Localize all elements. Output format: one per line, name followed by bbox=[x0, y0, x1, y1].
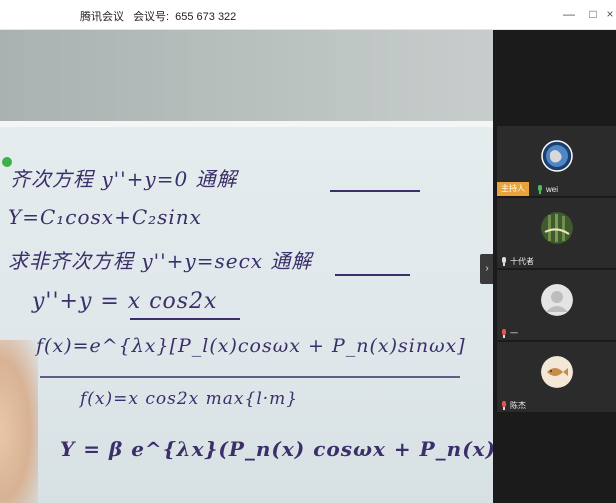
participant-name: 陈杰 bbox=[510, 400, 526, 410]
avatar bbox=[541, 356, 573, 388]
wall-background bbox=[0, 30, 493, 127]
participant-name: 一 bbox=[510, 328, 518, 338]
status-dot bbox=[2, 157, 12, 167]
fish-avatar-icon bbox=[541, 356, 573, 388]
close-button[interactable]: × bbox=[604, 6, 616, 22]
earth-avatar-icon bbox=[541, 140, 573, 172]
default-person-icon bbox=[541, 284, 573, 316]
participant-name: wei bbox=[546, 184, 559, 194]
title-bar: 腾讯会议 会议号: 655 673 322 — □ × bbox=[0, 0, 616, 30]
whiteboard: 齐次方程 y''+y=0 通解 Y=C₁cosx+C₂sinx 求非齐次方程 y… bbox=[0, 127, 493, 503]
participant-name: 十代者 bbox=[510, 256, 534, 266]
window-title: 腾讯会议 会议号: 655 673 322 bbox=[80, 8, 242, 24]
participant-tile[interactable]: 一 bbox=[497, 270, 616, 340]
mic-icon bbox=[501, 256, 507, 266]
minimize-button[interactable]: — bbox=[560, 6, 578, 22]
collapse-sidebar-button[interactable]: › bbox=[480, 254, 494, 284]
participant-nameplate: 陈杰 bbox=[497, 398, 616, 412]
participant-nameplate: 十代者 bbox=[497, 254, 616, 268]
mic-muted-icon bbox=[501, 328, 507, 338]
host-badge: 主持人 bbox=[497, 182, 529, 196]
board-underlines bbox=[40, 190, 460, 378]
meeting-id-label: 会议号: bbox=[133, 11, 170, 23]
avatar bbox=[541, 284, 573, 316]
participant-tile[interactable]: 主持人 wei bbox=[497, 126, 616, 196]
bamboo-avatar-icon bbox=[541, 212, 573, 244]
meeting-id: 655 673 322 bbox=[175, 11, 237, 23]
participant-tile[interactable]: 十代者 bbox=[497, 198, 616, 268]
participant-nameplate: 一 bbox=[497, 326, 616, 340]
participant-tile[interactable]: 陈杰 bbox=[497, 342, 616, 412]
avatar bbox=[541, 140, 573, 172]
chevron-right-icon: › bbox=[485, 263, 489, 274]
mic-icon bbox=[537, 184, 543, 194]
main-video[interactable]: 齐次方程 y''+y=0 通解 Y=C₁cosx+C₂sinx 求非齐次方程 y… bbox=[0, 30, 493, 503]
maximize-button[interactable]: □ bbox=[584, 6, 602, 22]
participant-nameplate: 主持人 wei bbox=[497, 182, 616, 196]
presenter-hand bbox=[0, 340, 38, 503]
avatar bbox=[541, 212, 573, 244]
mic-muted-icon bbox=[501, 400, 507, 410]
app-name: 腾讯会议 bbox=[80, 11, 124, 23]
